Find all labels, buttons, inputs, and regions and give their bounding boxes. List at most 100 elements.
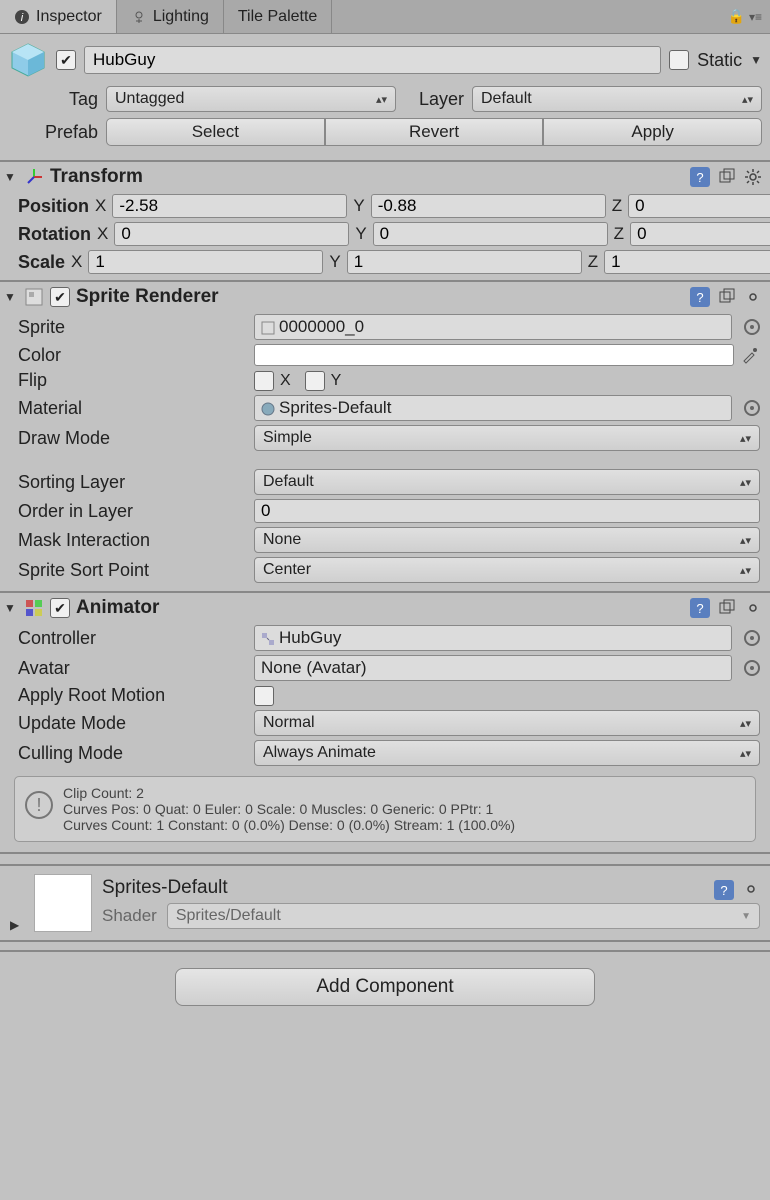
panel-options: 🔒 ▾≡ — [728, 0, 770, 33]
shader-select[interactable]: Sprites/Default▼ — [167, 903, 760, 929]
apply-button[interactable]: Apply — [543, 118, 762, 146]
transform-component: ▼ Transform ? Position X Y Z Rotation X … — [0, 162, 770, 282]
material-swatch — [34, 874, 92, 932]
animator-info-box: ! Clip Count: 2 Curves Pos: 0 Quat: 0 Eu… — [14, 776, 756, 842]
update-mode-label: Update Mode — [18, 713, 248, 734]
tag-select[interactable]: Untagged▴▾ — [106, 86, 396, 112]
material-label: Material — [18, 398, 248, 419]
footer: Add Component — [0, 952, 770, 1036]
static-checkbox[interactable] — [669, 50, 689, 70]
gear-icon[interactable] — [742, 880, 760, 898]
help-icon[interactable]: ? — [690, 598, 710, 618]
scale-x[interactable] — [88, 250, 323, 274]
gear-icon[interactable] — [744, 288, 762, 306]
panel-menu-icon[interactable]: ▾≡ — [749, 10, 762, 24]
revert-button[interactable]: Revert — [325, 118, 544, 146]
help-icon[interactable]: ? — [690, 167, 710, 187]
component-title: Transform — [50, 166, 143, 188]
name-field[interactable] — [84, 46, 661, 74]
reset-icon[interactable] — [718, 288, 736, 306]
static-dropdown[interactable]: ▼ — [750, 53, 762, 67]
foldout-icon[interactable]: ▼ — [4, 170, 18, 184]
order-in-layer-label: Order in Layer — [18, 501, 248, 522]
update-mode-select[interactable]: Normal▴▾ — [254, 710, 760, 736]
rotation-y[interactable] — [373, 222, 608, 246]
scale-z[interactable] — [604, 250, 770, 274]
material-title: Sprites-Default — [102, 877, 228, 899]
foldout-icon[interactable]: ▼ — [4, 601, 18, 615]
object-picker-icon[interactable] — [744, 630, 760, 646]
layer-label: Layer — [404, 89, 464, 110]
tab-tile-palette[interactable]: Tile Palette — [224, 0, 332, 33]
rotation-z[interactable] — [630, 222, 770, 246]
add-component-button[interactable]: Add Component — [175, 968, 595, 1006]
reset-icon[interactable] — [718, 599, 736, 617]
help-icon[interactable]: ? — [714, 880, 734, 900]
sprite-field[interactable]: 0000000_0 — [254, 314, 732, 340]
lock-icon[interactable]: 🔒 — [728, 8, 745, 25]
sprite-sort-point-label: Sprite Sort Point — [18, 560, 248, 581]
lighting-icon — [131, 9, 147, 25]
position-label: Position — [18, 196, 89, 217]
controller-asset-icon — [261, 631, 275, 645]
scale-y[interactable] — [347, 250, 582, 274]
tab-inspector[interactable]: i Inspector — [0, 0, 117, 33]
draw-mode-label: Draw Mode — [18, 428, 248, 449]
position-z[interactable] — [628, 194, 770, 218]
sprite-label: Sprite — [18, 317, 248, 338]
rotation-label: Rotation — [18, 224, 91, 245]
reset-icon[interactable] — [718, 168, 736, 186]
gear-icon[interactable] — [744, 168, 762, 186]
tag-value: Untagged — [115, 90, 184, 108]
controller-field[interactable]: HubGuy — [254, 625, 732, 651]
select-button[interactable]: Select — [106, 118, 325, 146]
sorting-layer-select[interactable]: Default▴▾ — [254, 469, 760, 495]
position-x[interactable] — [112, 194, 347, 218]
eyedropper-icon[interactable] — [740, 345, 760, 365]
layer-select[interactable]: Default▴▾ — [472, 86, 762, 112]
transform-icon — [24, 167, 44, 187]
tab-label: Inspector — [36, 8, 102, 26]
scale-label: Scale — [18, 252, 65, 273]
object-picker-icon[interactable] — [744, 660, 760, 676]
static-label: Static — [697, 50, 742, 71]
material-preview: ▶ Sprites-Default ? Shader Sprites/Defau… — [0, 866, 770, 942]
foldout-icon[interactable]: ▶ — [10, 918, 24, 932]
avatar-field[interactable]: None (Avatar) — [254, 655, 732, 681]
flip-label: Flip — [18, 370, 248, 391]
help-icon[interactable]: ? — [690, 287, 710, 307]
info-icon: ! — [25, 791, 53, 819]
rotation-x[interactable] — [114, 222, 349, 246]
tag-label: Tag — [8, 89, 98, 110]
gear-icon[interactable] — [744, 599, 762, 617]
gameobject-header: Static ▼ Tag Untagged▴▾ Layer Default▴▾ … — [0, 34, 770, 162]
root-motion-label: Apply Root Motion — [18, 685, 248, 706]
gameobject-icon[interactable] — [8, 40, 48, 80]
component-title: Animator — [76, 597, 159, 619]
component-title: Sprite Renderer — [76, 286, 219, 308]
position-y[interactable] — [371, 194, 606, 218]
animator-icon — [24, 598, 44, 618]
color-field[interactable] — [254, 344, 734, 366]
tab-label: Tile Palette — [238, 8, 317, 26]
tab-lighting[interactable]: Lighting — [117, 0, 224, 33]
material-field[interactable]: Sprites-Default — [254, 395, 732, 421]
culling-mode-select[interactable]: Always Animate▴▾ — [254, 740, 760, 766]
sprite-sort-point-select[interactable]: Center▴▾ — [254, 557, 760, 583]
draw-mode-select[interactable]: Simple▴▾ — [254, 425, 760, 451]
order-in-layer-field[interactable] — [254, 499, 760, 523]
component-enabled-checkbox[interactable] — [50, 598, 70, 618]
mask-interaction-select[interactable]: None▴▾ — [254, 527, 760, 553]
tab-label: Lighting — [153, 8, 209, 26]
flip-y-checkbox[interactable] — [305, 371, 325, 391]
object-picker-icon[interactable] — [744, 319, 760, 335]
foldout-icon[interactable]: ▼ — [4, 290, 18, 304]
active-checkbox[interactable] — [56, 50, 76, 70]
panel-tabs: i Inspector Lighting Tile Palette 🔒 ▾≡ — [0, 0, 770, 34]
component-enabled-checkbox[interactable] — [50, 287, 70, 307]
layer-value: Default — [481, 90, 532, 108]
flip-x-checkbox[interactable] — [254, 371, 274, 391]
root-motion-checkbox[interactable] — [254, 686, 274, 706]
object-picker-icon[interactable] — [744, 400, 760, 416]
mask-interaction-label: Mask Interaction — [18, 530, 248, 551]
